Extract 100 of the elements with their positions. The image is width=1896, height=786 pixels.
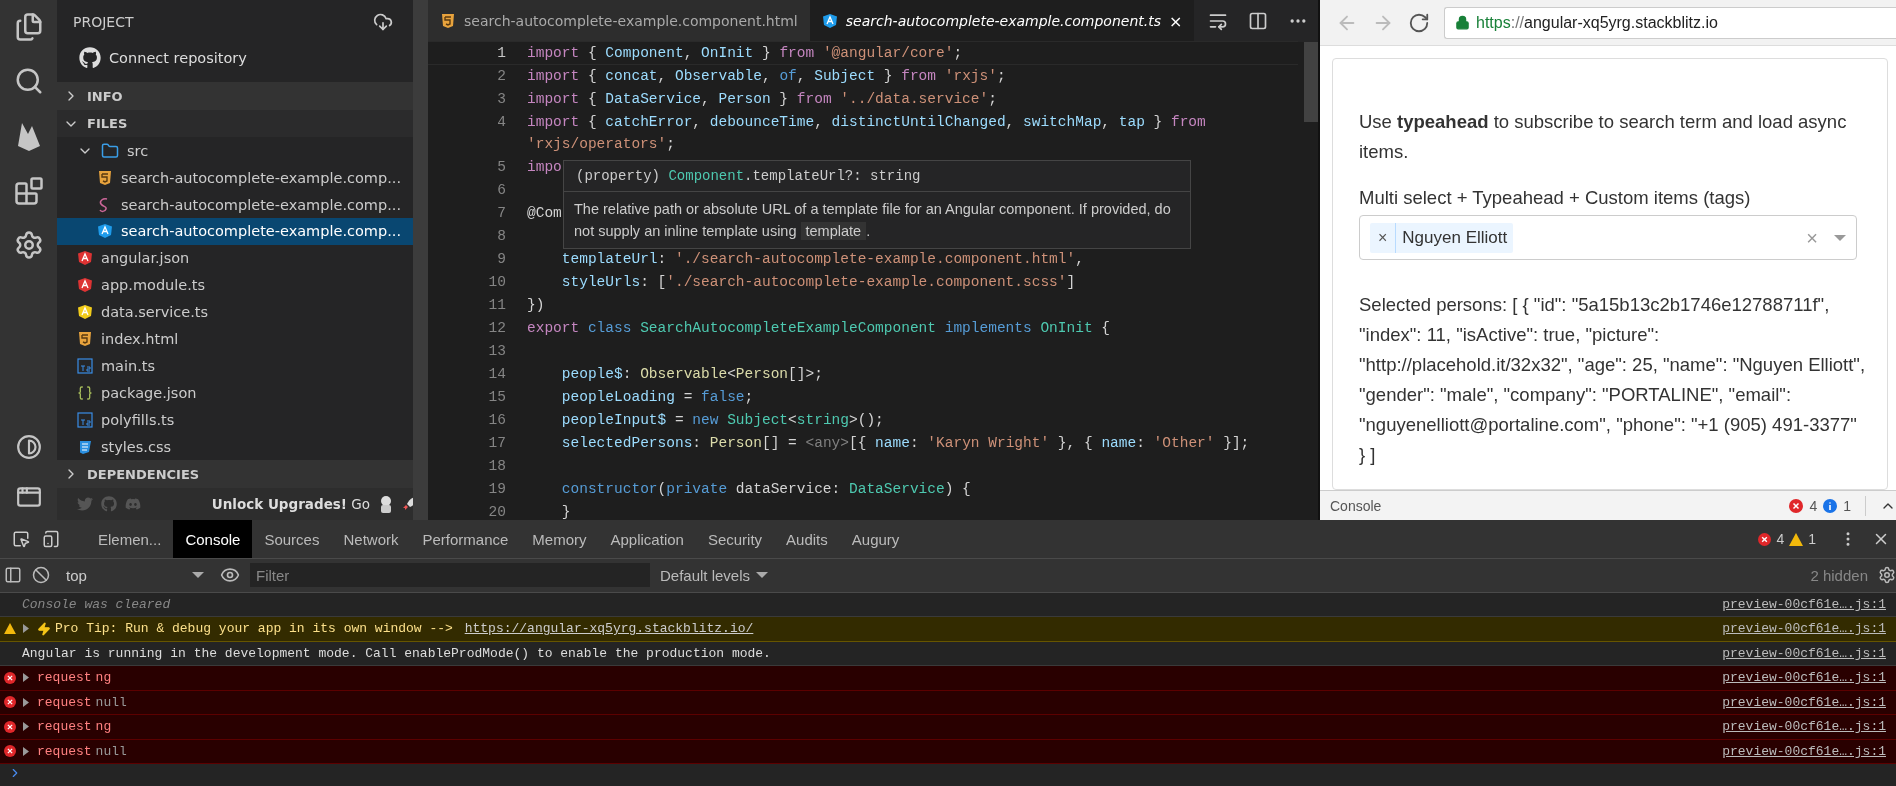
contrast-icon[interactable] (15, 434, 42, 460)
line-number: 3 (496, 90, 506, 109)
editor-tab[interactable]: search-autocomplete-example.component.ts × (809, 0, 1195, 42)
levels-dropdown[interactable]: Default levels (660, 566, 769, 584)
code-line: peopleLoading = false; (560, 388, 754, 407)
shield-icon (821, 13, 838, 29)
source-link[interactable]: preview-00cf61e….js:1 (1722, 621, 1886, 637)
source-link[interactable]: preview-00cf61e….js:1 (1722, 743, 1886, 759)
message-text: Angular is running in the development mode. Call enableProdMode() to enable the production mode. (22, 645, 771, 661)
intro-text: Use typeahead to subscribe to search term and load async items. (1359, 110, 1848, 164)
address-bar[interactable]: https://angular-xq5yrg.stackblitz.io (1444, 6, 1896, 39)
device-icon[interactable] (42, 530, 60, 549)
line-number: 10 (487, 273, 506, 292)
remove-tag-button[interactable]: × (1370, 222, 1397, 253)
close-button[interactable]: × (1169, 11, 1183, 31)
clear-console-icon[interactable] (32, 566, 50, 585)
error-icon (4, 671, 16, 684)
connect-repository-button[interactable]: Connect repository (57, 33, 413, 83)
shield-icon (77, 277, 93, 294)
devtools-tab[interactable]: Audits (774, 520, 840, 559)
section-header[interactable]: FILES (57, 109, 413, 138)
devtools-tab[interactable]: Network (331, 520, 411, 559)
source-link[interactable]: preview-00cf61e….js:1 (1722, 694, 1886, 710)
github-icon (79, 46, 101, 69)
devtools-tab[interactable]: Console (173, 520, 253, 559)
code-line: styleUrls: ['./search-autocomplete-example.component.scss'] (560, 273, 1076, 292)
file-item[interactable]: polyfills.ts (57, 406, 413, 434)
filter-input[interactable]: Filter (250, 563, 650, 588)
editor-tab[interactable]: search-autocomplete-example.component.html (428, 0, 810, 42)
devtools-tab[interactable]: Application (598, 520, 696, 559)
code-line: import { Component, OnInit } from '@angular/core'; (527, 44, 963, 63)
code-line: import { catchError, debounceTime, distinctUntilChanged, switchMap, tap } from 'rxjs/operators'; (527, 113, 1207, 154)
devtools-tab[interactable]: Elemen... (86, 520, 174, 559)
code-line: }) (527, 296, 545, 315)
settings-icon[interactable] (13, 230, 44, 260)
dropdown-caret-icon[interactable] (1834, 234, 1846, 241)
file-item[interactable]: search-autocomplete-example.comp... (57, 191, 413, 218)
reload-button[interactable] (1408, 11, 1430, 34)
devtools-tab[interactable]: Sources (252, 520, 332, 559)
extensions-icon[interactable] (13, 176, 44, 206)
cloud-download-icon[interactable] (373, 11, 393, 32)
expand-arrow-icon[interactable] (22, 722, 30, 732)
file-item[interactable]: main.ts (57, 352, 413, 380)
line-number: 7 (496, 204, 506, 223)
lock-icon (1455, 15, 1470, 30)
file-item[interactable]: styles.css (57, 433, 413, 461)
section-header[interactable]: INFO (57, 82, 413, 110)
file-item[interactable]: data.service.ts (57, 298, 413, 326)
lightning-icon (37, 621, 51, 636)
devtools-tab[interactable]: Memory (520, 520, 599, 559)
devtools-tab[interactable]: Augury (839, 520, 912, 559)
message-text: request (37, 743, 92, 759)
folder-icon (101, 141, 119, 160)
devtools-tab[interactable]: Performance (410, 520, 521, 559)
error-count: 4 (1776, 531, 1785, 548)
shield-icon (97, 223, 113, 240)
shield-icon (77, 304, 93, 321)
console-label[interactable]: Console (1330, 497, 1382, 514)
message-text: request (37, 670, 92, 686)
code-line: import { DataService, Person } from '../data.service'; (527, 90, 997, 109)
source-link[interactable]: preview-00cf61e….js:1 (1722, 596, 1886, 612)
line-number: 19 (487, 480, 506, 499)
sidebar-toggle-icon[interactable] (4, 566, 22, 585)
file-item[interactable]: src (57, 137, 413, 165)
file-item[interactable]: package.json (57, 379, 413, 407)
devtools-tab[interactable]: Security (695, 520, 775, 559)
code-line: import { concat, Observable, of, Subject } from 'rxjs'; (527, 67, 1006, 86)
settings-icon[interactable] (1878, 566, 1896, 585)
expand-arrow-icon[interactable] (22, 746, 30, 756)
source-link[interactable]: preview-00cf61e….js:1 (1722, 645, 1886, 661)
message-text: request (37, 694, 92, 710)
expand-arrow-icon[interactable] (22, 673, 30, 683)
multi-select[interactable]: × Nguyen Elliott × (1359, 215, 1857, 260)
context-select[interactable]: top (60, 566, 210, 584)
error-count: 4 (1809, 497, 1818, 514)
error-icon (4, 720, 16, 733)
shield-icon (97, 169, 113, 186)
file-item[interactable]: app.module.ts (57, 271, 413, 299)
source-link[interactable]: preview-00cf61e….js:1 (1722, 670, 1886, 686)
file-item[interactable]: index.html (57, 325, 413, 353)
window-icon[interactable] (15, 484, 42, 510)
lines-icon[interactable] (1208, 11, 1228, 31)
error-icon (1789, 498, 1804, 513)
line-number: 2 (496, 67, 506, 86)
line-number: 6 (496, 181, 506, 200)
source-link[interactable]: preview-00cf61e….js:1 (1722, 719, 1886, 735)
file-icon (77, 411, 93, 428)
scrollbar[interactable] (1304, 42, 1318, 122)
inspect-icon[interactable] (12, 530, 30, 549)
split-icon[interactable] (1248, 11, 1268, 31)
file-item[interactable]: angular.json (57, 244, 413, 272)
section-header[interactable]: DEPENDENCIES (57, 460, 413, 488)
info-count: 1 (1843, 497, 1851, 514)
file-item[interactable]: search-autocomplete-example.comp... (57, 164, 413, 192)
code-line: } (560, 503, 571, 520)
file-item[interactable]: search-autocomplete-example.comp... (57, 218, 413, 245)
expand-arrow-icon[interactable] (22, 624, 30, 634)
message-link[interactable]: https://angular-xq5yrg.stackblitz.io/ (464, 621, 754, 637)
expand-arrow-icon[interactable] (22, 697, 30, 707)
code-line: export class SearchAutocompleteExampleComponent implements OnInit { (527, 319, 1111, 338)
